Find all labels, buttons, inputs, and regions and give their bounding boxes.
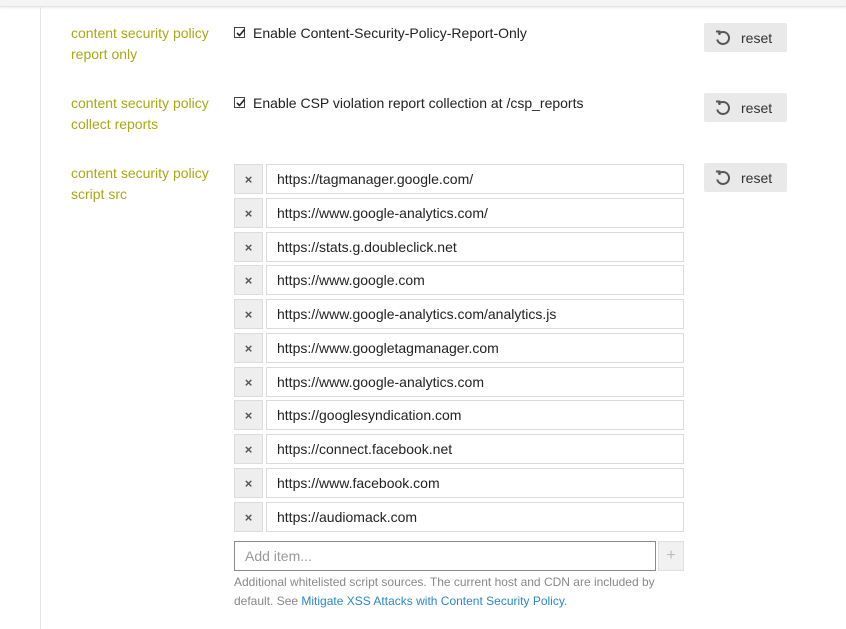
list-item: × https://www.googletagmanager.com — [234, 333, 684, 363]
remove-item-button[interactable]: × — [234, 232, 263, 262]
list-item: × https://www.google-analytics.com/analy… — [234, 299, 684, 329]
list-item: × https://www.facebook.com — [234, 468, 684, 498]
list-item-value[interactable]: https://stats.g.doubleclick.net — [266, 232, 684, 262]
list-item: × https://googlesyndication.com — [234, 400, 684, 430]
list-item: × https://audiomack.com — [234, 502, 684, 532]
left-divider — [40, 6, 41, 629]
setting-label: content security policy script src — [71, 163, 221, 205]
remove-item-button[interactable]: × — [234, 333, 263, 363]
remove-item-button[interactable]: × — [234, 434, 263, 464]
remove-item-button[interactable]: × — [234, 198, 263, 228]
report-only-checkbox-label: Enable Content-Security-Policy-Report-On… — [253, 24, 527, 41]
list-item-value[interactable]: https://www.google.com — [266, 265, 684, 295]
reset-button[interactable]: reset — [704, 23, 787, 52]
remove-item-button[interactable]: × — [234, 367, 263, 397]
setting-label: content security policy report only — [71, 23, 221, 65]
setting-label-line2: collect reports — [71, 116, 159, 132]
list-item: × https://www.google-analytics.com — [234, 367, 684, 397]
list-item: × https://www.google.com — [234, 265, 684, 295]
list-item-value[interactable]: https://audiomack.com — [266, 502, 684, 532]
setting-label: content security policy collect reports — [71, 93, 221, 135]
remove-item-button[interactable]: × — [234, 400, 263, 430]
add-item-input[interactable] — [234, 541, 656, 571]
setting-label-line1: content security policy — [71, 25, 209, 41]
reset-button[interactable]: reset — [704, 93, 787, 122]
reset-label: reset — [741, 169, 773, 186]
help-text: Additional whitelisted script sources. T… — [234, 573, 684, 611]
collect-reports-checkbox[interactable] — [234, 97, 246, 108]
collect-reports-checkbox-row[interactable]: Enable CSP violation report collection a… — [234, 93, 583, 112]
remove-item-button[interactable]: × — [234, 468, 263, 498]
list-item-value[interactable]: https://www.googletagmanager.com — [266, 333, 684, 363]
list-item-value[interactable]: https://www.google-analytics.com — [266, 367, 684, 397]
list-item-value[interactable]: https://tagmanager.google.com/ — [266, 164, 684, 194]
reset-icon — [716, 170, 730, 185]
list-item-value[interactable]: https://googlesyndication.com — [266, 400, 684, 430]
list-item: × https://tagmanager.google.com/ — [234, 164, 684, 194]
checkmark-icon — [236, 98, 246, 107]
remove-item-button[interactable]: × — [234, 164, 263, 194]
reset-button[interactable]: reset — [704, 163, 787, 192]
list-item: × https://www.google-analytics.com/ — [234, 198, 684, 228]
list-item: × https://connect.facebook.net — [234, 434, 684, 464]
reset-label: reset — [741, 29, 773, 46]
reset-label: reset — [741, 99, 773, 116]
remove-item-button[interactable]: × — [234, 502, 263, 532]
list-item: × https://stats.g.doubleclick.net — [234, 232, 684, 262]
setting-label-line1: content security policy — [71, 95, 209, 111]
checkmark-icon — [236, 28, 246, 37]
report-only-checkbox[interactable] — [234, 27, 246, 38]
collect-reports-checkbox-label: Enable CSP violation report collection a… — [253, 94, 584, 111]
help-link[interactable]: Mitigate XSS Attacks with Content Securi… — [301, 594, 564, 608]
reset-icon — [716, 30, 730, 45]
setting-label-line2: script src — [71, 186, 127, 202]
list-item-value[interactable]: https://www.google-analytics.com/ — [266, 198, 684, 228]
remove-item-button[interactable]: × — [234, 299, 263, 329]
add-item-button[interactable]: + — [658, 541, 684, 571]
reset-icon — [716, 100, 730, 115]
list-item-value[interactable]: https://connect.facebook.net — [266, 434, 684, 464]
list-item-value[interactable]: https://www.google-analytics.com/analyti… — [266, 299, 684, 329]
setting-label-line2: report only — [71, 46, 138, 62]
report-only-checkbox-row[interactable]: Enable Content-Security-Policy-Report-On… — [234, 23, 527, 42]
setting-label-line1: content security policy — [71, 165, 209, 181]
list-item-value[interactable]: https://www.facebook.com — [266, 468, 684, 498]
top-bar — [0, 0, 846, 7]
remove-item-button[interactable]: × — [234, 265, 263, 295]
help-text-suffix: . — [563, 594, 568, 608]
